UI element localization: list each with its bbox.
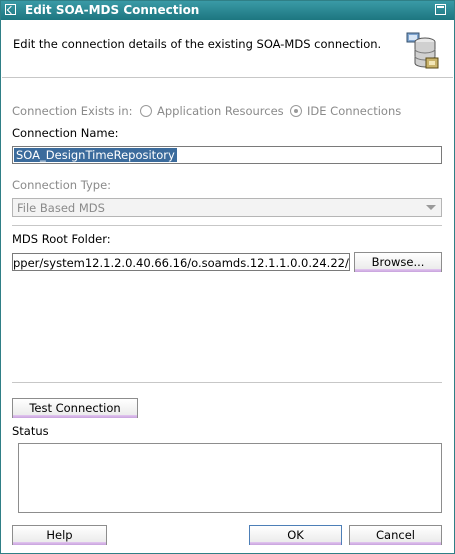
maximize-icon[interactable] <box>435 4 446 15</box>
connection-type-select[interactable]: File Based MDS <box>12 198 442 217</box>
mds-root-label: MDS Root Folder: <box>12 232 111 246</box>
status-area <box>18 443 442 513</box>
connection-name-label: Connection Name: <box>12 126 119 140</box>
connection-type-value: File Based MDS <box>17 201 105 215</box>
ok-button[interactable]: OK <box>249 525 342 545</box>
mds-root-field[interactable]: pper/system12.1.2.0.40.66.16/o.soamds.12… <box>12 253 350 271</box>
connection-exists-label: Connection Exists in: <box>12 104 133 118</box>
browse-button[interactable]: Browse... <box>354 252 442 272</box>
radio-application-resources-label: Application Resources <box>157 104 284 118</box>
window-title: Edit SOA-MDS Connection <box>25 3 200 17</box>
dialog-window: Edit SOA-MDS Connection Edit the connect… <box>0 0 455 554</box>
status-label: Status <box>12 424 49 438</box>
database-connection-icon <box>406 32 439 69</box>
lower-separator <box>12 382 442 383</box>
chevron-down-icon <box>426 205 436 210</box>
dialog-header: Edit the connection details of the exist… <box>2 21 453 77</box>
test-connection-button[interactable]: Test Connection <box>12 398 138 418</box>
connection-type-label: Connection Type: <box>12 178 112 192</box>
cancel-button[interactable]: Cancel <box>349 525 442 545</box>
section-separator <box>12 225 442 226</box>
help-button[interactable]: Help <box>12 525 107 545</box>
connection-name-field[interactable]: SOA_DesignTimeRepository <box>12 146 442 164</box>
mds-root-value: pper/system12.1.2.0.40.66.16/o.soamds.12… <box>13 256 349 270</box>
connection-name-value: SOA_DesignTimeRepository <box>14 148 177 162</box>
radio-ide-connections-label: IDE Connections <box>307 104 402 118</box>
header-separator <box>2 77 453 78</box>
radio-ide-connections[interactable] <box>290 105 302 117</box>
radio-application-resources[interactable] <box>140 105 152 117</box>
title-bar[interactable]: Edit SOA-MDS Connection <box>1 1 454 20</box>
system-menu-icon[interactable] <box>5 4 16 15</box>
header-description: Edit the connection details of the exist… <box>13 37 382 51</box>
